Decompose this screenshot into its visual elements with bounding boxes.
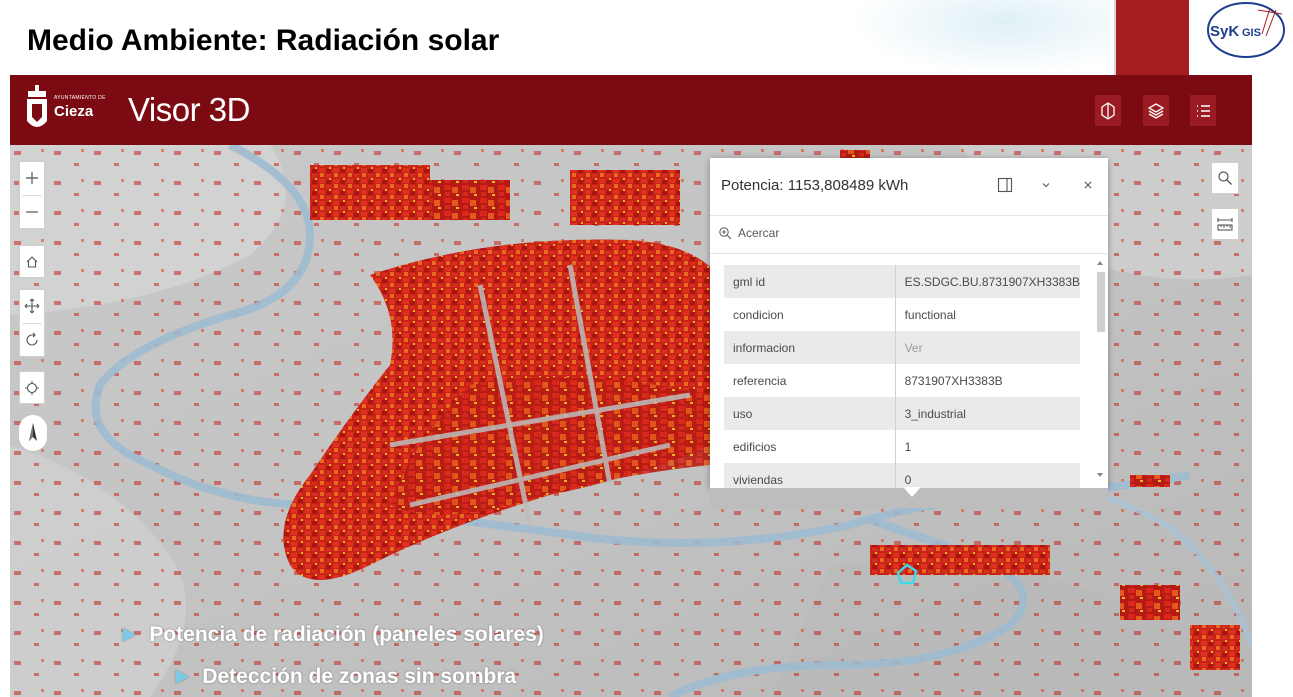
zoom-in-button[interactable] xyxy=(19,162,45,195)
attribute-key: referencia xyxy=(724,364,896,397)
popup-divider xyxy=(710,215,1108,216)
home-icon xyxy=(26,255,38,268)
attribute-key: informacion xyxy=(724,331,896,364)
scroll-down-arrow-icon xyxy=(1097,473,1103,477)
zoom-in-magnifier-icon xyxy=(719,227,732,240)
dock-popup-button[interactable] xyxy=(996,176,1014,194)
layers-icon xyxy=(1148,102,1164,119)
scrollbar-thumb[interactable] xyxy=(1097,272,1105,332)
slide-accent-bar xyxy=(1114,0,1189,76)
bullet-text: Potencia de radiación (paneles solares) xyxy=(149,623,544,646)
table-row: informacion Ver xyxy=(724,331,1080,364)
pan-button[interactable] xyxy=(19,290,45,323)
viewer-app: AYUNTAMIENTO DE Cieza Visor 3D Potencia:… xyxy=(10,75,1252,697)
search-button[interactable] xyxy=(1211,162,1239,194)
rotate-icon xyxy=(26,332,38,346)
attribute-value: ES.SDGC.BU.8731907XH3383B xyxy=(895,265,1080,298)
measure-icon xyxy=(1217,218,1233,231)
zoom-to-button[interactable]: Acercar xyxy=(718,224,779,242)
compass-button[interactable] xyxy=(19,415,47,451)
compass-icon xyxy=(29,423,37,441)
dock-icon xyxy=(997,177,1013,193)
header-decoration xyxy=(850,0,1110,76)
collapse-popup-button[interactable] xyxy=(1037,176,1055,194)
table-row: edificios 1 xyxy=(724,430,1080,463)
app-title: Visor 3D xyxy=(128,91,250,128)
scroll-up-arrow-icon xyxy=(1097,261,1103,265)
zoom-to-label: Acercar xyxy=(738,226,780,240)
rotate-button[interactable] xyxy=(19,323,45,356)
locate-button[interactable] xyxy=(19,371,45,404)
slide-title: Medio Ambiente: Radiación solar xyxy=(27,24,500,57)
svg-text:GIS: GIS xyxy=(1242,27,1261,39)
legend-button[interactable] xyxy=(1190,95,1216,126)
legend-list-icon xyxy=(1197,104,1210,117)
pan-icon xyxy=(24,298,40,314)
zoom-in-icon xyxy=(26,172,38,185)
bullet-text: Detección de zonas sin sombra xyxy=(202,665,517,688)
basemap-button[interactable] xyxy=(1095,95,1121,126)
zoom-out-icon xyxy=(26,211,38,213)
feature-popup: Potencia: 1153,808489 kWh Acercar gml id… xyxy=(710,158,1108,508)
table-row: condicion functional xyxy=(724,298,1080,331)
municipality-caption: AYUNTAMIENTO DE xyxy=(54,95,106,101)
sykgis-logo: SyK GIS xyxy=(1192,0,1293,76)
bullet-level2: ▶ Detección de zonas sin sombra xyxy=(176,665,516,689)
table-row: uso 3_industrial xyxy=(724,397,1080,430)
table-row: referencia 8731907XH3383B xyxy=(724,364,1080,397)
search-icon xyxy=(1218,171,1232,185)
municipality-name: Cieza xyxy=(54,103,94,120)
attribute-value: 3_industrial xyxy=(895,397,1080,430)
bullet-marker-icon: ▶ xyxy=(176,668,189,685)
popup-divider xyxy=(710,253,1108,254)
app-header: AYUNTAMIENTO DE Cieza Visor 3D xyxy=(10,75,1252,145)
attribute-key: condicion xyxy=(724,298,896,331)
attribute-key: edificios xyxy=(724,430,896,463)
zoom-out-button[interactable] xyxy=(19,195,45,228)
close-icon xyxy=(1084,181,1092,189)
close-popup-button[interactable] xyxy=(1079,176,1097,194)
measure-button[interactable] xyxy=(1211,208,1239,240)
attribute-value: 1 xyxy=(895,430,1080,463)
attribute-value: functional xyxy=(895,298,1080,331)
svg-text:SyK: SyK xyxy=(1210,23,1239,40)
basemap-icon xyxy=(1101,101,1115,120)
attribute-value-link[interactable]: Ver xyxy=(895,331,1080,364)
popup-pointer xyxy=(903,487,921,497)
attribute-value: 8731907XH3383B xyxy=(895,364,1080,397)
zoom-controls xyxy=(19,161,45,229)
popup-title: Potencia: 1153,808489 kWh xyxy=(721,177,909,194)
attribute-key: gml id xyxy=(724,265,896,298)
chevron-down-icon xyxy=(1042,183,1050,188)
bullet-marker-icon: ▶ xyxy=(123,626,136,643)
attribute-table: gml id ES.SDGC.BU.8731907XH3383B condici… xyxy=(724,265,1080,496)
bullet-level1: ▶ Potencia de radiación (paneles solares) xyxy=(123,623,544,647)
home-button[interactable] xyxy=(19,245,45,278)
navigation-controls xyxy=(19,289,45,357)
attribute-key: uso xyxy=(724,397,896,430)
locate-icon xyxy=(25,380,39,395)
layers-button[interactable] xyxy=(1143,95,1169,126)
table-row: gml id ES.SDGC.BU.8731907XH3383B xyxy=(724,265,1080,298)
